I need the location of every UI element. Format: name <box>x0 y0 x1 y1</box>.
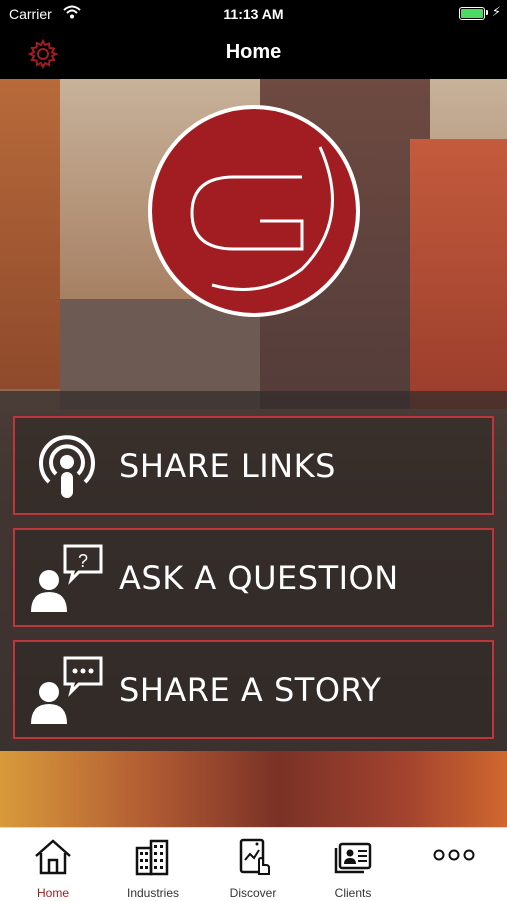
podcast-icon <box>39 434 95 498</box>
discover-icon <box>239 838 270 875</box>
battery-tip <box>486 10 488 15</box>
g-logo-icon <box>190 146 334 291</box>
tab-clients-label: Clients <box>334 886 372 900</box>
tab-bar: Home Industries Discover Clients <box>0 827 507 901</box>
brand-logo <box>148 105 360 317</box>
tab-home-label: Home <box>36 886 69 900</box>
tab-discover[interactable]: Discover <box>203 828 303 901</box>
ask-question-icon: ? <box>31 544 103 612</box>
background-image: SHARE LINKS ? ASK A QUESTION SHARE A STO… <box>0 79 507 827</box>
clients-icon <box>334 842 372 874</box>
tab-discover-label: Discover <box>229 886 277 900</box>
home-icon <box>35 839 71 875</box>
share-links-label: SHARE LINKS <box>119 446 336 485</box>
page-title: Home <box>225 41 282 63</box>
tab-clients[interactable]: Clients <box>303 828 403 901</box>
tab-home[interactable]: Home <box>3 828 103 901</box>
tab-industries-label: Industries <box>126 886 180 900</box>
share-story-button[interactable]: SHARE A STORY <box>13 640 494 739</box>
share-story-label: SHARE A STORY <box>119 670 382 709</box>
svg-text:?: ? <box>78 551 88 571</box>
buildings-icon <box>135 839 169 876</box>
status-bar: Carrier 11:13 AM ⚡ <box>0 0 507 28</box>
ask-question-button[interactable]: ? ASK A QUESTION <box>13 528 494 627</box>
menu-panel: SHARE LINKS ? ASK A QUESTION SHARE A STO… <box>0 391 507 751</box>
tab-industries[interactable]: Industries <box>103 828 203 901</box>
more-icon[interactable] <box>432 848 476 862</box>
share-story-icon <box>31 656 103 724</box>
building-left <box>0 79 60 389</box>
ask-question-label: ASK A QUESTION <box>119 558 399 597</box>
navigation-bar: Home <box>0 28 507 79</box>
share-links-button[interactable]: SHARE LINKS <box>13 416 494 515</box>
building-right <box>410 139 507 409</box>
battery-icon <box>459 7 485 20</box>
clock: 11:13 AM <box>223 6 284 22</box>
sunset-glow <box>0 751 507 827</box>
charging-icon: ⚡ <box>491 4 501 19</box>
